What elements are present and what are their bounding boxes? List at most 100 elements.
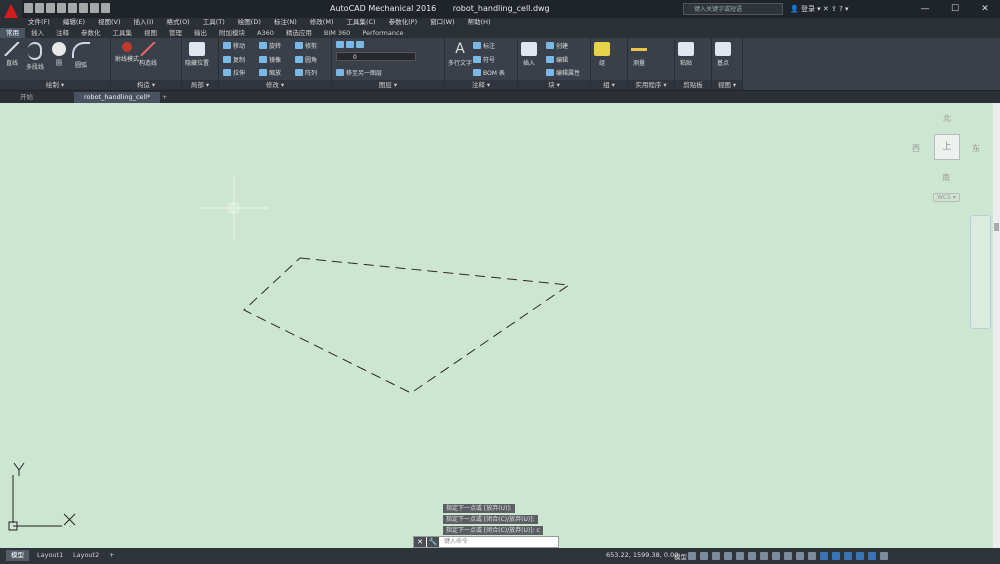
panel-annotation-title[interactable]: 注释 ▾ (445, 80, 517, 90)
annotation-scale-icon[interactable] (784, 552, 792, 560)
edit-block-tool[interactable]: 编辑 (546, 55, 568, 64)
workspace-gear-icon[interactable] (796, 552, 804, 560)
hide-tool[interactable]: 隐藏位置 (185, 42, 209, 67)
menu-item[interactable]: 插入(I) (128, 17, 161, 27)
close-icon[interactable]: ✕ (970, 0, 1000, 18)
panel-clipboard-title[interactable]: 剪贴板 (675, 80, 711, 90)
menu-item[interactable]: 工具集(C) (340, 17, 382, 27)
undo-icon[interactable] (79, 3, 88, 13)
panel-modify-title[interactable]: 修改 ▾ (219, 80, 331, 90)
osnap-icon[interactable] (736, 552, 744, 560)
ribbon-tab[interactable]: 附加模块 (213, 28, 251, 38)
move-tool[interactable]: 移动 (223, 41, 245, 50)
ribbon-tab[interactable]: Performance (356, 28, 409, 38)
menu-item[interactable]: 窗口(W) (424, 17, 462, 27)
menu-item[interactable]: 视图(V) (92, 17, 128, 27)
vertical-scrollbar[interactable] (993, 103, 1000, 548)
edit-attrib-tool[interactable]: 编辑属性 (546, 68, 580, 77)
model-tab[interactable]: 模型 (6, 550, 29, 561)
bom-tool[interactable]: BOM 表 (473, 68, 505, 77)
ribbon-tab[interactable]: 视图 (138, 28, 163, 38)
hardware-accel-icon[interactable] (832, 552, 840, 560)
compass-east[interactable]: 东 (972, 143, 980, 154)
login-button[interactable]: 👤 登录 ▾ ✕ ⇪ ? ▾ (790, 4, 849, 14)
plus-icon[interactable] (808, 552, 816, 560)
copy-tool[interactable]: 复制 (223, 55, 245, 64)
units-icon[interactable] (856, 552, 864, 560)
menu-item[interactable]: 格式(O) (161, 17, 197, 27)
layer-tools[interactable] (336, 41, 366, 49)
workspace-icon[interactable] (101, 3, 110, 13)
circle-tool[interactable]: 圆 (52, 42, 66, 67)
group-tool[interactable]: 组 (594, 42, 610, 67)
menu-item[interactable]: 编辑(E) (57, 17, 92, 27)
layout1-tab[interactable]: Layout1 (32, 550, 68, 561)
array-tool[interactable]: 阵列 (295, 68, 317, 77)
rotate-tool[interactable]: 旋转 (259, 41, 281, 50)
dim-tool[interactable]: 标注 (473, 41, 495, 50)
menu-item[interactable]: 帮助(H) (462, 17, 498, 27)
menu-item[interactable]: 绘图(D) (232, 17, 268, 27)
panel-view-title[interactable]: 视图 ▾ (712, 80, 742, 90)
otrack-icon[interactable] (748, 552, 756, 560)
viewcube[interactable]: 上 (934, 134, 960, 160)
ortho-icon[interactable] (712, 552, 720, 560)
search-input[interactable]: 键入关键字或短语 (683, 3, 783, 15)
panel-construct-title[interactable]: 构造 ▾ (111, 80, 181, 90)
menu-item[interactable]: 标注(N) (268, 17, 304, 27)
panel-draw-title[interactable]: 绘制 ▾ (0, 80, 110, 90)
snap-icon[interactable] (700, 552, 708, 560)
wcs-dropdown[interactable]: WCS ▾ (933, 193, 960, 202)
insert-tool[interactable]: 插入 (521, 42, 537, 67)
model-space-button[interactable]: 模型 (674, 551, 687, 561)
ribbon-tab[interactable]: A360 (251, 28, 280, 38)
customize-command-icon[interactable]: 🔧 (427, 537, 439, 547)
mtext-tool[interactable]: A 多行文字 (448, 42, 472, 67)
drawing-tab[interactable]: robot_handling_cell* (74, 92, 161, 103)
start-tab[interactable]: 开始 (10, 92, 43, 103)
panel-layers-title[interactable]: 图层 ▾ (332, 80, 444, 90)
save-as-icon[interactable] (57, 3, 66, 13)
clean-screen-icon[interactable] (844, 552, 852, 560)
menu-item[interactable]: 工具(T) (197, 17, 232, 27)
new-tab-button[interactable]: + (158, 92, 171, 103)
isolate-icon[interactable] (820, 552, 828, 560)
grid-icon[interactable] (688, 552, 696, 560)
menu-item[interactable]: 文件(F) (22, 17, 57, 27)
measure-tool[interactable]: 测量 (631, 42, 647, 67)
ribbon-tab[interactable]: 参数化 (75, 28, 107, 38)
ribbon-tab[interactable]: 注释 (50, 28, 75, 38)
ribbon-tab[interactable]: 精选应用 (280, 28, 318, 38)
compass-north[interactable]: 北 (943, 113, 951, 124)
dashed-polygon[interactable] (243, 257, 571, 394)
arc-tool[interactable]: 圆弧 (72, 42, 90, 69)
transparency-icon[interactable] (772, 552, 780, 560)
open-file-icon[interactable] (35, 3, 44, 13)
minimize-icon[interactable]: — (910, 0, 940, 18)
scale-tool[interactable]: 缩放 (259, 68, 281, 77)
ribbon-tab[interactable]: BIM 360 (318, 28, 356, 38)
quick-props-icon[interactable] (868, 552, 876, 560)
ribbon-tab[interactable]: 工具集 (107, 28, 139, 38)
redo-icon[interactable] (90, 3, 99, 13)
maximize-icon[interactable]: ☐ (940, 0, 970, 18)
ortho-tool[interactable]: 射线模式 (115, 42, 139, 63)
new-file-icon[interactable] (24, 3, 33, 13)
panel-block-title[interactable]: 块 ▾ (518, 80, 590, 90)
drawing-canvas[interactable] (0, 103, 993, 548)
command-input[interactable]: 键入命令 (444, 537, 468, 547)
lineweight-icon[interactable] (760, 552, 768, 560)
navigation-bar[interactable] (970, 215, 991, 329)
polar-icon[interactable] (724, 552, 732, 560)
compass-west[interactable]: 西 (912, 143, 920, 154)
polyline-tool[interactable]: 多段线 (26, 42, 44, 71)
menu-item[interactable]: 参数化(P) (383, 17, 425, 27)
add-layout-button[interactable]: + (104, 550, 119, 561)
ribbon-tab[interactable]: 输出 (188, 28, 213, 38)
compass-south[interactable]: 南 (942, 172, 950, 183)
ribbon-tab[interactable]: 管理 (163, 28, 188, 38)
panel-utilities-title[interactable]: 实用程序 ▾ (628, 80, 674, 90)
save-icon[interactable] (46, 3, 55, 13)
trim-tool[interactable]: 修剪 (295, 41, 317, 50)
layer-dropdown[interactable]: 0 (336, 52, 416, 61)
